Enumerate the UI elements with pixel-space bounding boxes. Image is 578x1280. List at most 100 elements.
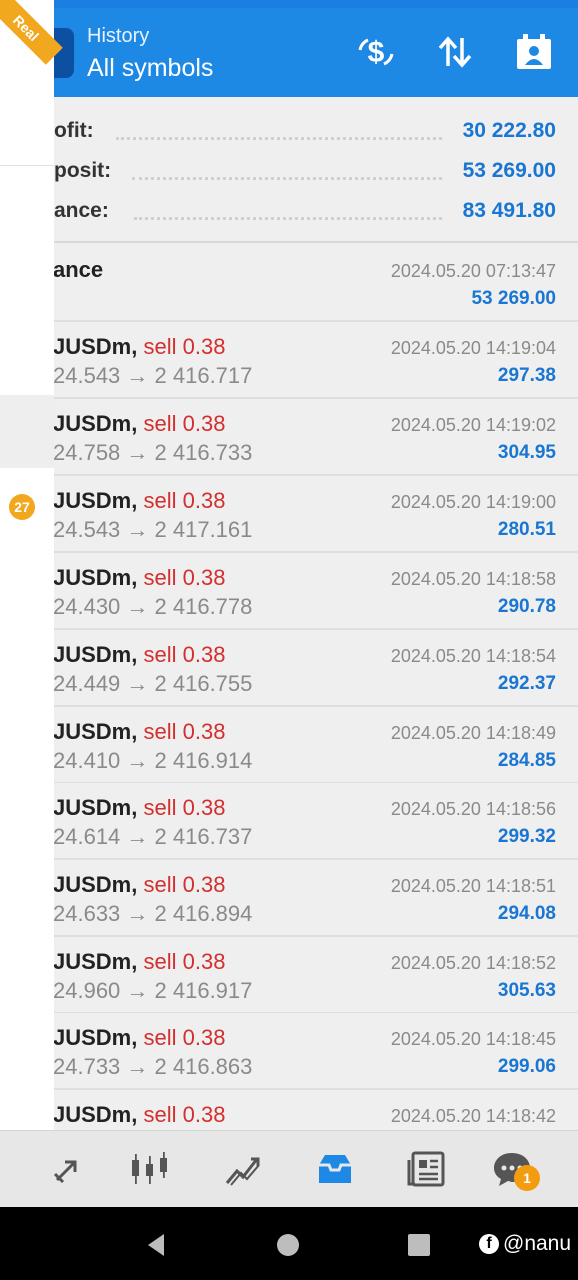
balance-time: 2024.05.20 07:13:47 [390, 261, 556, 281]
trade-side: sell 0.38 [143, 872, 226, 897]
trade-symbol: JUSDm, sell 0.38 [53, 411, 225, 437]
page-subtitle: History [87, 25, 150, 47]
trade-prices: 24.960 → 2 416.917 [53, 978, 253, 1003]
trade-time: 2024.05.20 14:18:56 [390, 799, 556, 819]
dotted-leader [134, 217, 442, 220]
app-header: History All symbols $ [0, 0, 578, 97]
symbol-text: JUSDm, [53, 719, 138, 744]
symbol-text: JUSDm, [53, 488, 138, 513]
status-strip [0, 0, 578, 8]
trade-prices: 24.614 → 2 416.737 [53, 824, 253, 849]
trade-row[interactable]: JUSDm, sell 0.38 24.410 → 2 416.914 2024… [0, 707, 578, 784]
trade-side: sell 0.38 [143, 795, 226, 820]
trade-time: 2024.05.20 14:19:00 [390, 492, 556, 512]
trade-profit: 304.95 [497, 442, 556, 463]
chart-candles-icon[interactable] [126, 1145, 174, 1193]
trade-time: 2024.05.20 14:18:52 [390, 953, 556, 973]
trade-side: sell 0.38 [143, 949, 226, 974]
trade-time: 2024.05.20 14:18:42 [390, 1106, 556, 1126]
recents-icon[interactable] [399, 1225, 439, 1265]
trade-profit: 305.63 [497, 980, 556, 1001]
side-drawer-edge[interactable]: Real 27 [0, 0, 63, 1207]
trade-time: 2024.05.20 14:18:54 [390, 646, 556, 666]
trade-profit: 299.32 [497, 826, 556, 847]
summary-value: 30 222.80 [462, 119, 556, 142]
drawer-selected-item[interactable] [0, 395, 54, 468]
trade-time: 2024.05.20 14:19:02 [390, 415, 556, 435]
trade-icon[interactable] [219, 1145, 267, 1193]
trade-symbol: JUSDm, sell 0.38 [53, 565, 225, 591]
trade-symbol: JUSDm, sell 0.38 [53, 642, 225, 668]
trade-symbol: JUSDm, sell 0.38 [53, 795, 225, 821]
quotes-icon[interactable] [44, 1145, 92, 1193]
trade-symbol: JUSDm, sell 0.38 [53, 1102, 225, 1128]
svg-text:$: $ [368, 36, 385, 69]
summary-row-balance: ance: 83 491.80 [0, 193, 578, 233]
trade-side: sell 0.38 [143, 1102, 226, 1127]
trade-profit: 299.06 [497, 1056, 556, 1077]
symbol-text: JUSDm, [53, 1025, 138, 1050]
trade-profit: 297.38 [497, 365, 556, 386]
watermark: f @nanu [479, 1232, 571, 1256]
balance-row[interactable]: ance 2024.05.20 07:13:47 53 269.00 [0, 245, 578, 322]
symbol-text: JUSDm, [53, 795, 138, 820]
app-root: History All symbols $ ofit: 30 222.80 po… [0, 0, 578, 1280]
account-type-ribbon: Real [0, 0, 63, 65]
drawer-divider [0, 165, 54, 166]
trade-row[interactable]: JUSDm, sell 0.38 24.960 → 2 416.917 2024… [0, 937, 578, 1014]
trade-row[interactable]: JUSDm, sell 0.38 24.758 → 2 416.733 2024… [0, 399, 578, 476]
summary-row-deposit: posit: 53 269.00 [0, 153, 578, 193]
trade-symbol: JUSDm, sell 0.38 [53, 1025, 225, 1051]
summary-label: ofit: [54, 119, 94, 142]
trade-side: sell 0.38 [143, 488, 226, 513]
trade-row[interactable]: JUSDm, sell 0.38 24.543 → 2 417.161 2024… [0, 476, 578, 553]
trade-profit: 292.37 [497, 673, 556, 694]
deposit-currency-icon[interactable]: $ [354, 30, 398, 74]
watermark-text: @nanu [503, 1232, 572, 1255]
trade-prices: 24.543 → 2 417.161 [53, 517, 253, 542]
trade-symbol: JUSDm, sell 0.38 [53, 488, 225, 514]
symbol-text: JUSDm, [53, 411, 138, 436]
trade-prices: 24.543 → 2 416.717 [53, 363, 253, 388]
news-icon[interactable] [403, 1145, 451, 1193]
trade-symbol: JUSDm, sell 0.38 [53, 719, 225, 745]
account-summary: ofit: 30 222.80 posit: 53 269.00 ance: 8… [0, 97, 578, 243]
calendar-icon[interactable] [512, 30, 556, 74]
notification-badge: 27 [9, 494, 35, 520]
trade-profit: 280.51 [497, 519, 556, 540]
trade-prices: 24.633 → 2 416.894 [53, 901, 253, 926]
trade-symbol: JUSDm, sell 0.38 [53, 872, 225, 898]
trade-row[interactable]: JUSDm, sell 0.38 24.449 → 2 416.755 2024… [0, 630, 578, 707]
trade-prices: 24.733 → 2 416.863 [53, 1054, 253, 1079]
trade-row[interactable]: JUSDm, sell 0.38 24.614 → 2 416.737 2024… [0, 783, 578, 860]
trade-row[interactable]: JUSDm, sell 0.38 24.633 → 2 416.894 2024… [0, 860, 578, 937]
trade-side: sell 0.38 [143, 334, 226, 359]
trade-row[interactable]: JUSDm, sell 0.38 24.543 → 2 416.717 2024… [0, 322, 578, 399]
summary-value: 53 269.00 [462, 159, 556, 182]
trade-side: sell 0.38 [143, 1025, 226, 1050]
trade-time: 2024.05.20 14:18:49 [390, 723, 556, 743]
summary-row-profit: ofit: 30 222.80 [0, 113, 578, 153]
trade-prices: 24.430 → 2 416.778 [53, 594, 253, 619]
trade-side: sell 0.38 [143, 565, 226, 590]
facebook-logo-icon: f [479, 1234, 499, 1254]
page-title[interactable]: All symbols [87, 54, 213, 83]
balance-amount: 53 269.00 [471, 288, 556, 309]
back-icon[interactable] [136, 1225, 176, 1265]
trade-row[interactable]: JUSDm, sell 0.38 24.733 → 2 416.863 2024… [0, 1013, 578, 1090]
trade-row[interactable]: JUSDm, sell 0.38 24.430 → 2 416.778 2024… [0, 553, 578, 630]
trade-profit: 284.85 [497, 750, 556, 771]
trade-profit: 294.08 [497, 903, 556, 924]
history-icon[interactable] [311, 1145, 359, 1193]
symbol-text: JUSDm, [53, 949, 138, 974]
trade-side: sell 0.38 [143, 642, 226, 667]
summary-label: posit: [54, 159, 112, 182]
dotted-leader [132, 177, 442, 180]
trade-side: sell 0.38 [143, 411, 226, 436]
trade-prices: 24.758 → 2 416.733 [53, 440, 253, 465]
dotted-leader [116, 137, 442, 140]
home-icon[interactable] [268, 1225, 308, 1265]
trade-prices: 24.410 → 2 416.914 [53, 748, 253, 773]
trade-profit: 290.78 [497, 596, 556, 617]
sort-icon[interactable] [433, 30, 477, 74]
